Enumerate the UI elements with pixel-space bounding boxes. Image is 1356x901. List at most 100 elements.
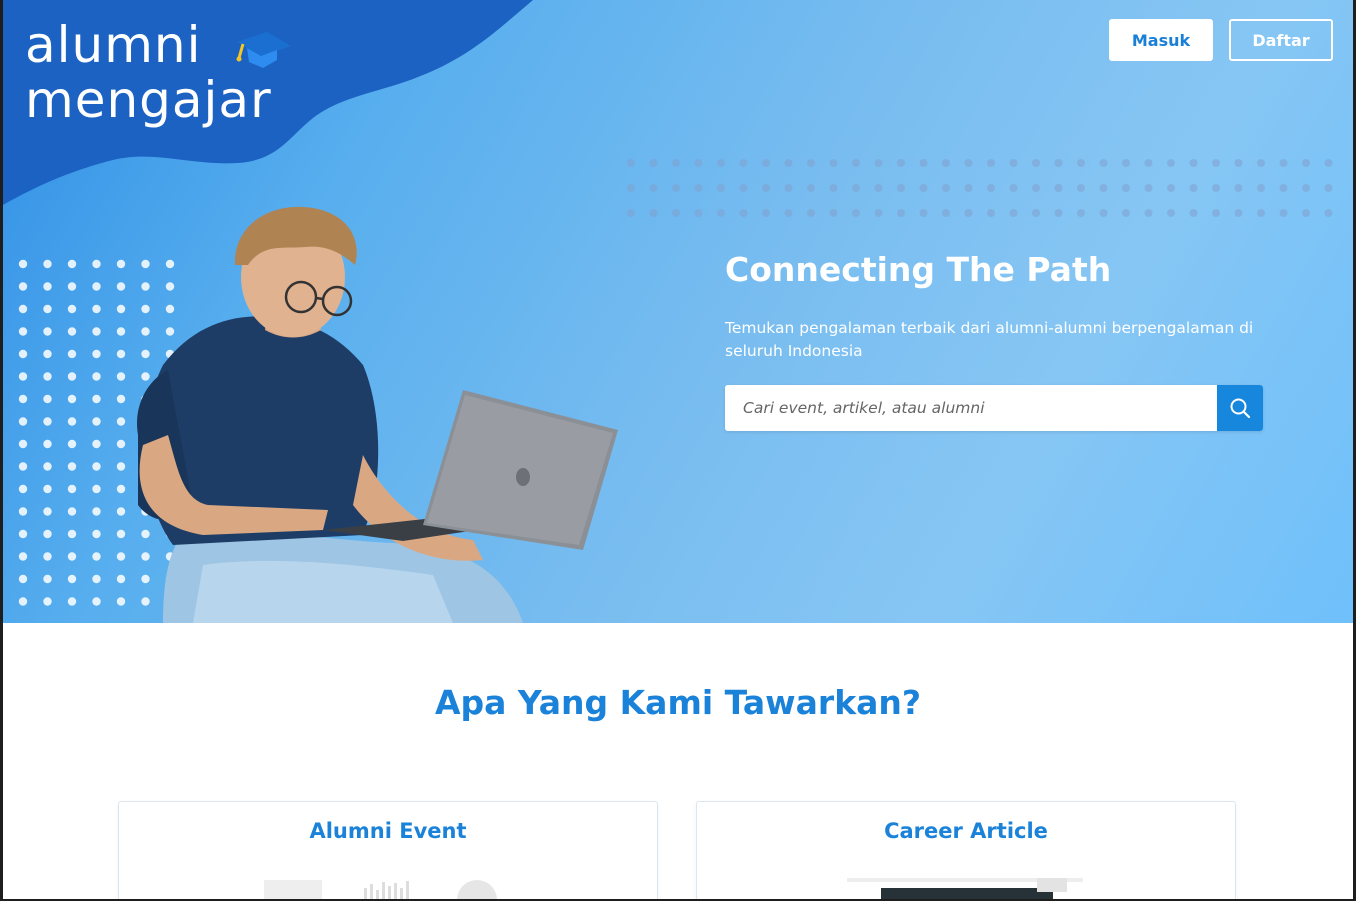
- decorative-dot: [919, 209, 928, 217]
- decorative-dot: [942, 159, 950, 167]
- decorative-dot: [1009, 209, 1018, 217]
- decorative-dot: [18, 574, 28, 584]
- graduation-cap-icon: [236, 32, 291, 68]
- decorative-dot: [67, 462, 77, 471]
- decorative-dot: [67, 327, 77, 336]
- decorative-dot: [1099, 184, 1108, 192]
- decorative-dot: [1302, 159, 1310, 167]
- alumni-event-card[interactable]: Alumni Event: [118, 801, 658, 899]
- decorative-dot: [92, 304, 101, 314]
- decorative-dot: [807, 209, 815, 217]
- decorative-dot: [964, 159, 973, 167]
- decorative-dot: [694, 184, 703, 192]
- decorative-dot: [1279, 159, 1288, 167]
- decorative-dot: [649, 184, 658, 192]
- decorative-dot: [67, 574, 77, 584]
- decorative-dot: [1122, 159, 1130, 167]
- decorative-dot: [43, 552, 52, 561]
- career-article-card[interactable]: Career Article: [696, 801, 1236, 899]
- decorative-dot: [67, 349, 77, 359]
- decorative-dot: [717, 159, 725, 167]
- decorative-dot: [627, 159, 635, 167]
- decorative-dot: [1257, 159, 1265, 167]
- offerings-section-title: Apa Yang Kami Tawarkan?: [434, 683, 922, 722]
- decorative-dot: [67, 417, 77, 426]
- decorative-dot: [1032, 184, 1040, 192]
- decorative-dot: [1009, 184, 1018, 192]
- decorative-dot: [1234, 184, 1243, 192]
- decorative-dot: [43, 439, 52, 449]
- decorative-dot: [43, 574, 52, 584]
- decorative-dot: [987, 209, 995, 217]
- decorative-dot: [1212, 159, 1220, 167]
- decorative-dot: [1054, 209, 1063, 217]
- decorative-dot: [18, 507, 28, 516]
- decorative-dot: [43, 372, 52, 381]
- site-logo[interactable]: alumni mengajar: [25, 18, 291, 128]
- decorative-dot: [43, 282, 52, 291]
- decorative-dot: [92, 349, 101, 359]
- hero-title: Connecting The Path: [725, 250, 1112, 289]
- decorative-dot: [43, 394, 52, 404]
- search-button[interactable]: [1217, 385, 1263, 431]
- decorative-dot: [18, 417, 28, 426]
- login-button[interactable]: Masuk: [1109, 19, 1213, 61]
- decorative-dot: [43, 259, 52, 269]
- decorative-dot: [1077, 209, 1085, 217]
- decorative-dot: [1077, 159, 1085, 167]
- decorative-dot: [852, 209, 860, 217]
- article-illustration: [847, 878, 1083, 899]
- decorative-dot: [1009, 159, 1018, 167]
- decorative-dot: [18, 259, 28, 269]
- decorative-dot: [1189, 159, 1198, 167]
- decorative-dot: [1212, 209, 1220, 217]
- decorative-dot: [964, 209, 973, 217]
- decorative-dot: [92, 417, 101, 426]
- decorative-dot: [1279, 209, 1288, 217]
- decorative-dot: [784, 159, 793, 167]
- decorative-dot: [67, 597, 77, 606]
- decorative-dot: [784, 209, 793, 217]
- decorative-dot: [694, 209, 703, 217]
- decorative-dot: [1324, 159, 1333, 167]
- decorative-dot: [1099, 159, 1108, 167]
- decorative-dot: [987, 159, 995, 167]
- decorative-dot: [919, 159, 928, 167]
- decorative-dot: [43, 529, 52, 539]
- career-article-card-title: Career Article: [884, 819, 1048, 843]
- decorative-dot: [919, 184, 928, 192]
- decorative-dot: [1144, 209, 1153, 217]
- decorative-dot: [739, 159, 748, 167]
- decorative-dot: [67, 507, 77, 516]
- decorative-dot: [964, 184, 973, 192]
- search-input[interactable]: [725, 385, 1217, 431]
- decorative-dot: [942, 209, 950, 217]
- decorative-dot: [874, 184, 883, 192]
- decorative-dot: [897, 209, 905, 217]
- decorative-dot: [67, 394, 77, 404]
- decorative-dot: [1302, 209, 1310, 217]
- decorative-dot: [717, 184, 725, 192]
- decorative-dot: [1099, 209, 1108, 217]
- decorative-dot: [67, 439, 77, 449]
- decorative-dot: [92, 574, 101, 584]
- decorative-dot: [1189, 209, 1198, 217]
- decorative-dot: [92, 439, 101, 449]
- decorative-dot: [762, 159, 770, 167]
- decorative-dot: [829, 209, 838, 217]
- register-button[interactable]: Daftar: [1229, 19, 1333, 61]
- decorative-dot: [1054, 184, 1063, 192]
- event-illustration: [264, 880, 497, 899]
- decorative-dot: [1324, 184, 1333, 192]
- decorative-dot: [1054, 159, 1063, 167]
- decorative-dot: [874, 209, 883, 217]
- decorative-dot: [67, 372, 77, 381]
- decorative-dot: [92, 462, 101, 471]
- decorative-dot: [784, 184, 793, 192]
- decorative-dot: [762, 209, 770, 217]
- decorative-dot: [627, 184, 635, 192]
- decorative-dot: [807, 184, 815, 192]
- decorative-dot: [672, 209, 680, 217]
- decorative-dot: [67, 484, 77, 494]
- decorative-dot: [1257, 209, 1265, 217]
